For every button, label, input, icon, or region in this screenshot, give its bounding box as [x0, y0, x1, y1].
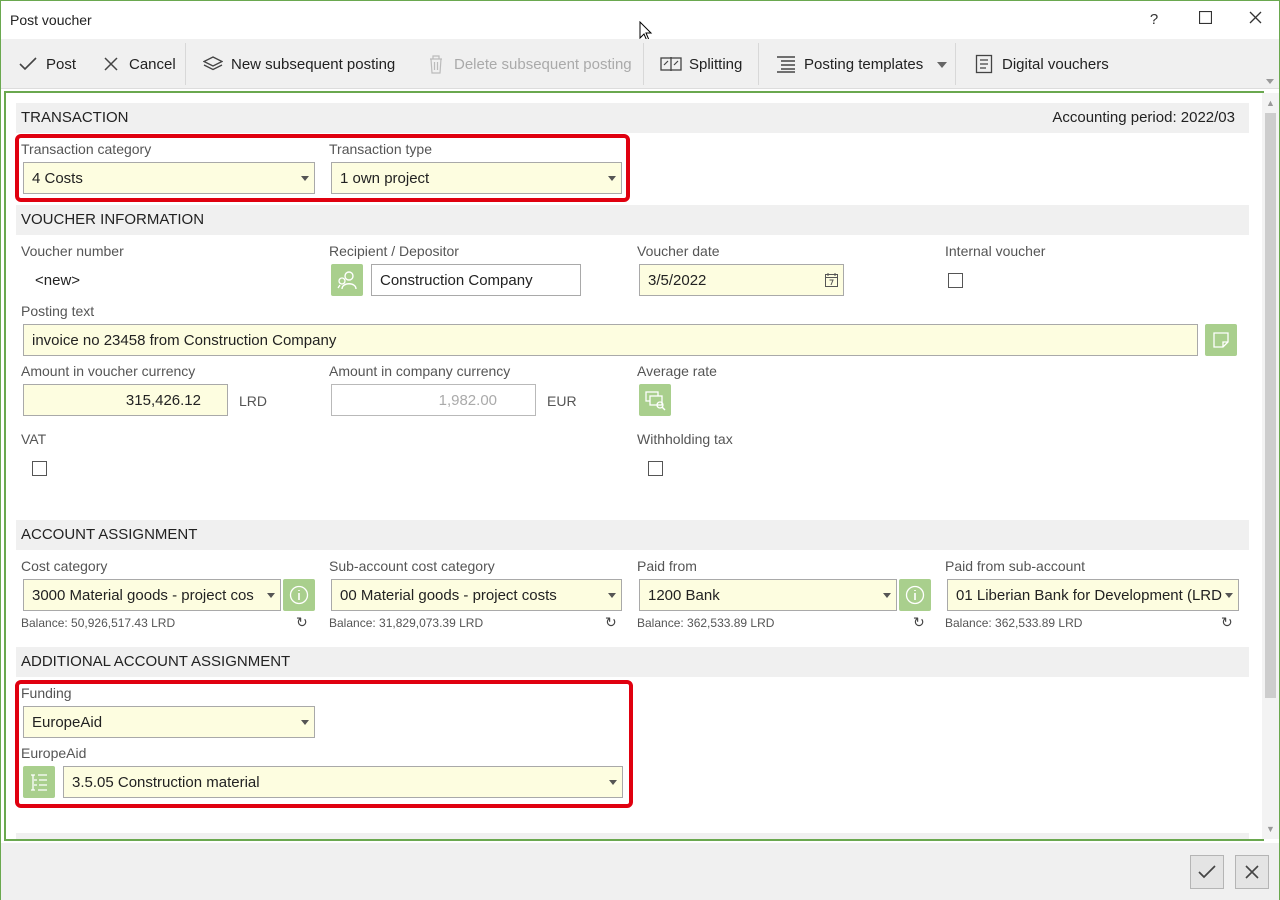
user-search-icon	[337, 271, 357, 290]
close-icon	[1249, 11, 1261, 24]
amount-company-input: 1,982.00	[331, 384, 536, 416]
transaction-section-header: TRANSACTION Accounting period: 2022/03	[16, 103, 1249, 133]
posting-templates-dropdown[interactable]	[937, 51, 947, 77]
voucher-date-input[interactable]: 3/5/2022	[639, 264, 844, 296]
close-dialog-button[interactable]	[1235, 855, 1269, 889]
layers-icon	[202, 53, 224, 75]
refresh-icon[interactable]: ↻	[1221, 614, 1233, 631]
vat-checkbox[interactable]	[32, 461, 47, 476]
voucher-number-label: Voucher number	[21, 243, 124, 259]
posting-templates-button[interactable]: Posting templates	[775, 51, 923, 77]
vertical-scrollbar[interactable]: ▲ ▼	[1262, 93, 1279, 839]
splitting-button[interactable]: Splitting	[660, 51, 742, 77]
amount-company-label: Amount in company currency	[329, 363, 511, 379]
exchange-rate-icon	[645, 391, 666, 411]
calendar-icon[interactable]	[825, 273, 838, 291]
info-icon	[289, 585, 309, 605]
confirm-button[interactable]	[1190, 855, 1224, 889]
toolbar-separator	[955, 43, 956, 85]
refresh-icon[interactable]: ↻	[296, 614, 308, 631]
recipient-lookup-button[interactable]	[331, 264, 363, 296]
voucher-section-header: VOUCHER INFORMATION	[16, 205, 1249, 235]
maximize-icon	[1198, 10, 1212, 25]
cost-category-info-button[interactable]	[283, 579, 315, 611]
chevron-down-icon	[267, 593, 275, 598]
help-button[interactable]: ?	[1143, 10, 1165, 32]
trash-icon	[425, 53, 447, 75]
recipient-label: Recipient / Depositor	[329, 243, 459, 259]
document-icon	[973, 53, 995, 75]
list-icon	[775, 53, 797, 75]
sub-cost-category-balance: Balance: 31,829,073.39 LRD	[329, 616, 484, 630]
checkmark-icon	[17, 53, 39, 75]
amount-voucher-label: Amount in voucher currency	[21, 363, 196, 379]
paid-from-sub-account-label: Paid from sub-account	[945, 558, 1086, 574]
cost-category-select[interactable]: 3000 Material goods - project cos	[23, 579, 281, 611]
delete-subsequent-posting-button[interactable]: Delete subsequent posting	[425, 51, 632, 77]
refresh-icon[interactable]: ↻	[605, 614, 617, 631]
close-window-button[interactable]	[1244, 10, 1266, 32]
additional-highlight-box	[15, 680, 633, 808]
toolbar-separator	[758, 43, 759, 85]
info-icon	[905, 585, 925, 605]
scroll-thumb[interactable]	[1265, 113, 1276, 698]
next-section-header-clipped	[16, 833, 1249, 839]
dialog-footer	[1, 843, 1279, 900]
scroll-down-icon[interactable]: ▼	[1262, 821, 1279, 837]
window-title: Post voucher	[10, 12, 92, 28]
additional-section-header: ADDITIONAL ACCOUNT ASSIGNMENT	[16, 647, 1249, 677]
toolbar-overflow-icon[interactable]	[1265, 73, 1275, 89]
note-button[interactable]	[1205, 324, 1237, 356]
post-button[interactable]: Post	[17, 51, 76, 77]
close-icon	[100, 53, 122, 75]
average-rate-label: Average rate	[637, 363, 717, 379]
refresh-icon[interactable]: ↻	[913, 614, 925, 631]
recipient-input[interactable]: Construction Company	[371, 264, 581, 296]
maximize-button[interactable]	[1194, 10, 1216, 32]
checkmark-icon	[1198, 865, 1216, 879]
accounting-period: Accounting period: 2022/03	[1052, 109, 1235, 126]
toolbar-separator	[185, 43, 186, 85]
chevron-down-icon	[883, 593, 891, 598]
transaction-highlight-box	[15, 134, 630, 202]
chevron-down-icon	[608, 593, 616, 598]
cost-category-balance: Balance: 50,926,517.43 LRD	[21, 616, 176, 630]
new-subsequent-posting-button[interactable]: New subsequent posting	[202, 51, 395, 77]
withholding-tax-label: Withholding tax	[637, 431, 733, 447]
toolbar-separator	[643, 43, 644, 85]
average-rate-button[interactable]	[639, 384, 671, 416]
scroll-up-icon[interactable]: ▲	[1262, 95, 1279, 111]
cost-category-label: Cost category	[21, 558, 108, 574]
paid-from-sub-account-select[interactable]: 01 Liberian Bank for Development (LRD	[947, 579, 1239, 611]
sub-cost-category-select[interactable]: 00 Material goods - project costs	[331, 579, 622, 611]
company-currency: EUR	[547, 393, 577, 409]
withholding-tax-checkbox[interactable]	[648, 461, 663, 476]
paid-from-balance: Balance: 362,533.89 LRD	[637, 616, 775, 630]
title-bar: Post voucher ?	[1, 1, 1279, 42]
amount-voucher-input[interactable]: 315,426.12	[23, 384, 228, 416]
posting-text-label: Posting text	[21, 303, 95, 319]
cancel-button[interactable]: Cancel	[100, 51, 176, 77]
note-icon	[1213, 332, 1229, 348]
paid-from-select[interactable]: 1200 Bank	[639, 579, 897, 611]
account-section-header: ACCOUNT ASSIGNMENT	[16, 520, 1249, 550]
internal-voucher-label: Internal voucher	[945, 243, 1046, 259]
sub-cost-category-label: Sub-account cost category	[329, 558, 495, 574]
chevron-down-icon	[1225, 593, 1233, 598]
digital-vouchers-button[interactable]: Digital vouchers	[973, 51, 1109, 77]
voucher-date-label: Voucher date	[637, 243, 720, 259]
voucher-number-value: <new>	[35, 272, 81, 289]
posting-text-input[interactable]: invoice no 23458 from Construction Compa…	[23, 324, 1198, 356]
post-voucher-window: Post voucher ? Post Cancel New subsequen…	[0, 0, 1280, 900]
paid-from-info-button[interactable]	[899, 579, 931, 611]
internal-voucher-checkbox[interactable]	[948, 273, 963, 288]
close-icon	[1245, 865, 1259, 879]
voucher-currency: LRD	[239, 393, 268, 409]
paid-from-label: Paid from	[637, 558, 697, 574]
toolbar: Post Cancel New subsequent posting Delet…	[1, 39, 1279, 89]
chevron-down-icon	[937, 56, 947, 73]
vat-label: VAT	[21, 431, 47, 447]
split-icon	[660, 53, 682, 75]
paid-from-sub-account-balance: Balance: 362,533.89 LRD	[945, 616, 1083, 630]
